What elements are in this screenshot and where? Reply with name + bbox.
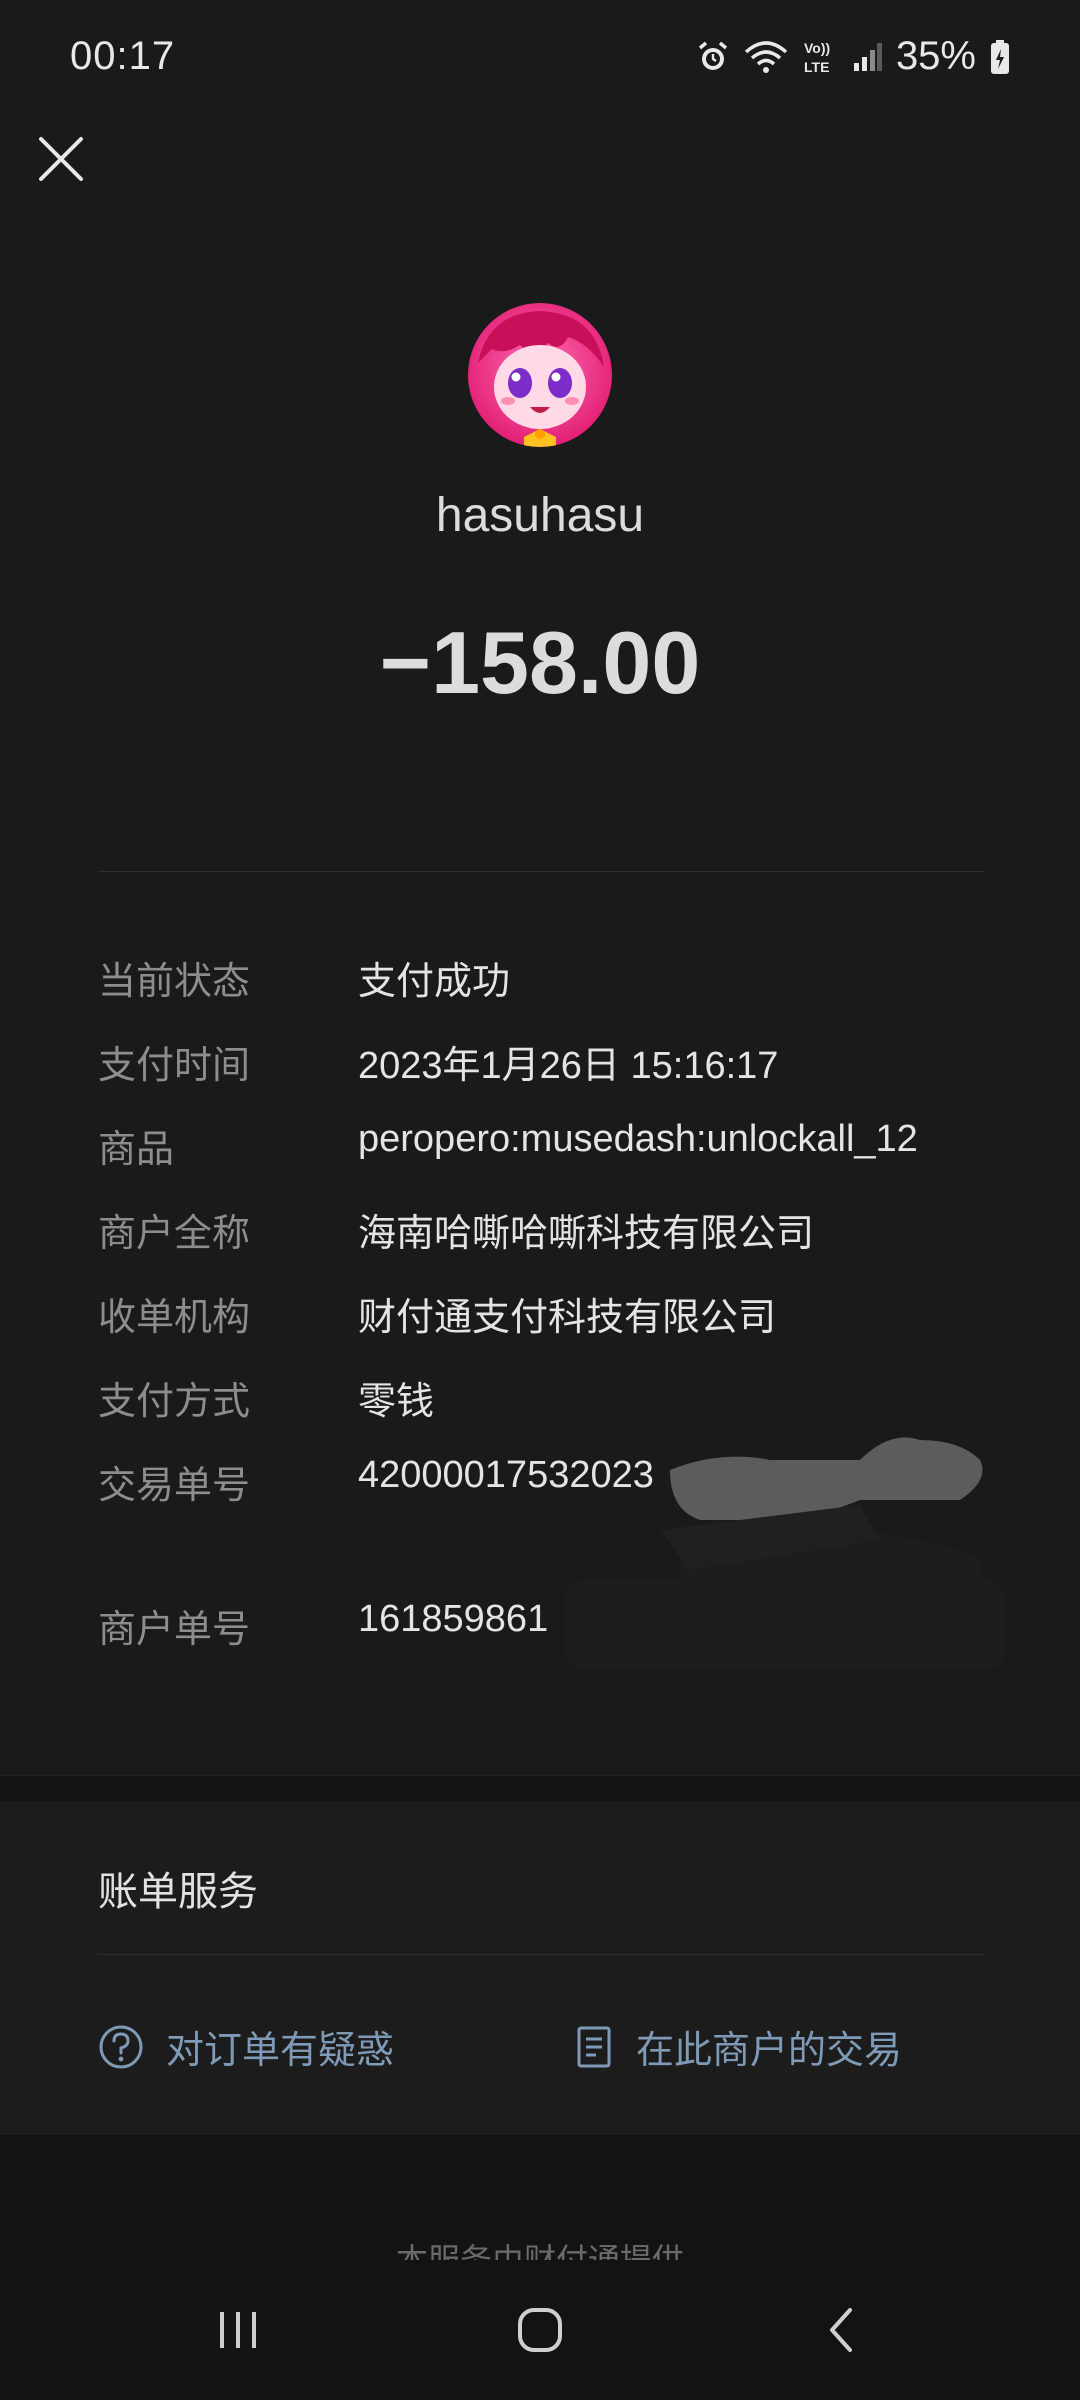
status-icons: Vo)) LTE 35% [696,34,1010,79]
question-icon [99,2025,143,2068]
divider [98,871,984,872]
bill-service-section: 账单服务 对订单有疑惑 在此商户的交易 [0,1801,1080,2135]
bill-service-title: 账单服务 [98,1870,258,1914]
detail-label: 当前状态 [98,961,251,1003]
merchant-transactions-label: 在此商户的交易 [636,2030,903,2072]
detail-label: 支付方式 [98,1381,251,1423]
recent-apps-icon [220,2312,256,2348]
home-icon [518,2308,562,2352]
order-question-link[interactable]: 对订单有疑惑 [98,2019,394,2074]
detail-row-status: 当前状态 支付成功 [98,950,998,1010]
detail-value[interactable]: 42000017532023 [358,1454,654,1497]
detail-row-time: 支付时间 2023年1月26日 15:16:17 [98,1034,998,1094]
home-button[interactable] [500,2300,580,2360]
section-separator [0,1775,1080,1802]
status-time: 00:17 [70,34,176,78]
detail-value: 2023年1月26日 15:16:17 [358,1045,779,1087]
svg-text:Vo)): Vo)) [804,40,830,56]
alarm-icon [696,40,730,74]
order-question-label: 对订单有疑惑 [166,2030,395,2072]
volte-lte-icon: Vo)) LTE [802,38,838,76]
merchant-transactions-link[interactable]: 在此商户的交易 [574,2019,902,2074]
status-bar: 00:17 Vo)) LTE 35% [0,0,1080,120]
detail-row-product: 商品 peropero:musedash:unlockall_12 [98,1118,998,1178]
divider [98,1954,984,1955]
redaction-mark [565,1580,1005,1670]
detail-value: 海南哈嘶哈嘶科技有限公司 [358,1213,815,1255]
detail-label: 商户单号 [98,1609,251,1651]
detail-row-merchant-fullname: 商户全称 海南哈嘶哈嘶科技有限公司 [98,1202,998,1262]
signal-icon [852,41,882,73]
recent-apps-button[interactable] [198,2300,278,2360]
detail-value: 零钱 [358,1381,435,1423]
detail-label: 支付时间 [98,1045,251,1087]
battery-icon [990,39,1010,75]
detail-label: 交易单号 [98,1465,251,1507]
back-button[interactable] [802,2300,882,2360]
detail-value[interactable]: peropero:musedash:unlockall_12 [358,1118,918,1161]
detail-label: 收单机构 [98,1297,251,1339]
back-icon [830,2308,852,2352]
detail-row-acquirer: 收单机构 财付通支付科技有限公司 [98,1286,998,1346]
merchant-avatar [468,303,612,447]
detail-value[interactable]: 161859861 [358,1598,548,1641]
close-icon [39,137,83,181]
payment-amount: −158.00 [379,613,701,712]
close-button[interactable] [30,128,92,190]
detail-value: 支付成功 [358,961,511,1003]
merchant-name: hasuhasu [435,489,645,542]
detail-value: 财付通支付科技有限公司 [358,1297,777,1339]
svg-text:LTE: LTE [804,59,829,75]
battery-percent: 35% [895,34,976,78]
wifi-icon [744,40,788,74]
system-nav-bar [0,2260,1080,2400]
detail-label: 商户全称 [98,1213,251,1255]
detail-label: 商品 [98,1129,175,1171]
document-icon [577,2026,611,2067]
